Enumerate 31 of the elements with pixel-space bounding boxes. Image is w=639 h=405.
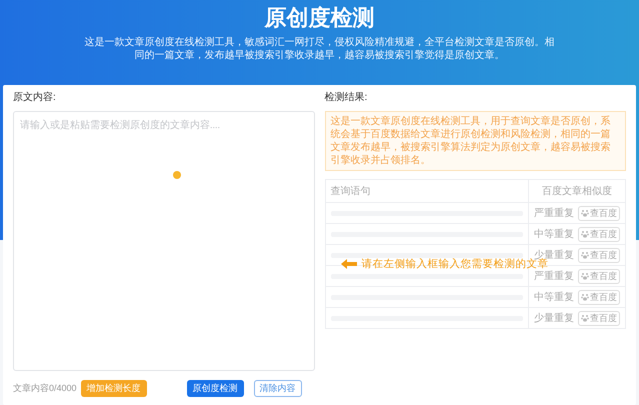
page-description: 这是一款文章原创度在线检测工具，敏感词汇一网打尽，侵权风险精准规避，全平台检测文章是否原创。相同的一篇文章，发布越早被搜索引擎收录越早，越容易被搜索引擎觉得是原创文章。 — [84, 36, 554, 62]
paw-icon — [581, 251, 589, 259]
baidu-search-button[interactable]: 查百度 — [578, 268, 620, 284]
paw-icon — [581, 293, 589, 301]
column-header: 查询语句 — [325, 180, 528, 202]
article-input[interactable]: 请输入或是粘贴需要检测原创度的文章内容.... — [13, 111, 314, 371]
character-counter: 文章内容0/4000 — [13, 382, 77, 394]
baidu-search-button[interactable]: 查百度 — [578, 248, 620, 262]
paw-icon — [581, 209, 589, 217]
similarity-level: 严重重复 — [534, 270, 574, 283]
increase-length-button[interactable]: 增加检测长度 — [80, 380, 147, 396]
check-button[interactable]: 原创度检测 — [186, 380, 244, 396]
page-title: 原创度检测 — [264, 4, 374, 32]
paw-icon — [581, 272, 589, 280]
similarity-level: 少量重复 — [534, 312, 574, 325]
column-header: 百度文章相似度 — [528, 180, 626, 202]
similarity-level: 中等重复 — [534, 290, 574, 304]
similarity-level: 中等重复 — [534, 228, 574, 241]
result-label: 检测结果: — [324, 91, 368, 105]
left-arrow-icon — [340, 259, 356, 269]
input-hint: 请在左侧输入框输入您需要检测的文章 — [362, 258, 548, 270]
baidu-search-button[interactable]: 查百度 — [578, 290, 620, 304]
baidu-search-button[interactable]: 查百度 — [578, 310, 620, 326]
similarity-level: 严重重复 — [534, 206, 574, 220]
clear-button[interactable]: 清除内容 — [254, 380, 302, 396]
baidu-search-button[interactable]: 查百度 — [578, 226, 620, 242]
baidu-search-button[interactable]: 查百度 — [578, 206, 620, 220]
paw-icon — [581, 314, 589, 322]
paw-icon — [581, 230, 589, 238]
result-notice: 这是一款文章原创度在线检测工具，用于查询文章是否原创，系统会基于百度数据给文章进行原创检测和风险检测，相同的一篇文章发布越早，被搜索引擎算法判定为原创文章，越容易被搜索引擎收录并占领排名。 — [324, 111, 626, 171]
source-label: 原文内容: — [13, 91, 57, 105]
